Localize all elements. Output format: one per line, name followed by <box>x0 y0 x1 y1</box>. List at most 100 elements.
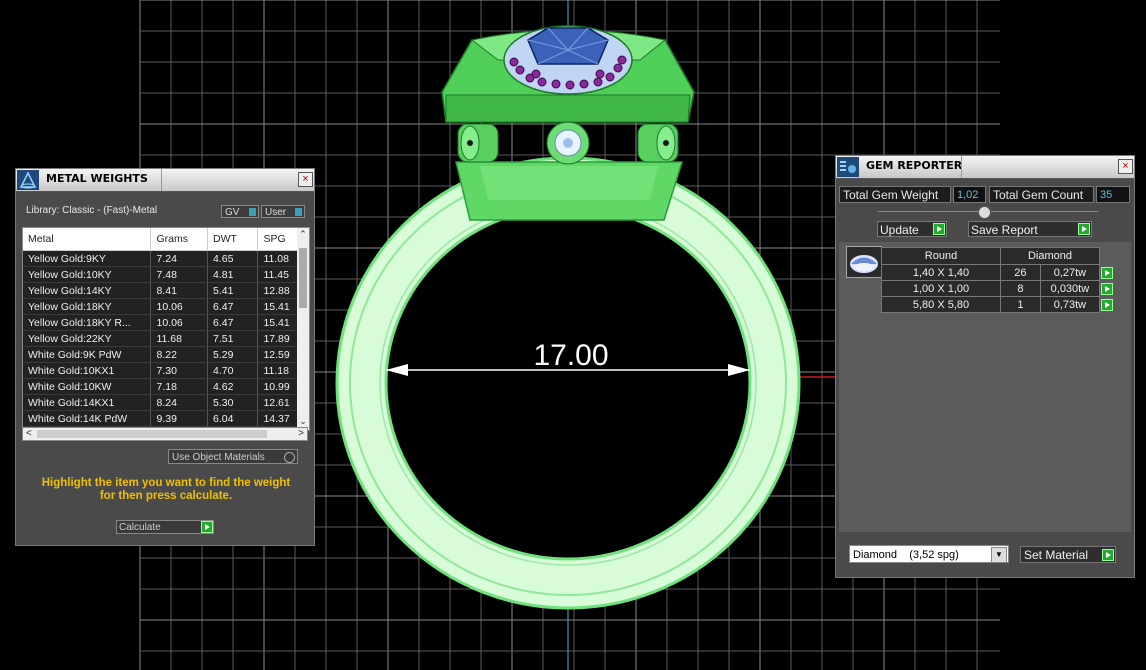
gem-row-action[interactable] <box>1100 265 1114 281</box>
gem-cell-size: 1,40 X 1,40 <box>881 264 1001 281</box>
cell-dwt: 7.51 <box>207 330 259 347</box>
report-slider-knob[interactable] <box>978 206 991 219</box>
set-material-button[interactable]: Set Material <box>1020 546 1116 563</box>
cell-dwt: 5.30 <box>207 394 259 411</box>
table-row[interactable]: White Gold:9K PdW 8.22 5.29 12.59 <box>23 346 309 363</box>
gem-table[interactable]: Round Diamond 1,40 X 1,40 26 0,27tw 1,00 X … <box>881 247 1114 313</box>
play-arrow-icon[interactable] <box>1101 282 1113 295</box>
scroll-right-icon[interactable]: > <box>298 428 304 439</box>
cell-grams: 7.24 <box>150 250 208 267</box>
side-gem-left <box>457 123 499 163</box>
horizontal-scroll-thumb[interactable] <box>37 430 267 438</box>
cell-dwt: 6.47 <box>207 298 259 315</box>
table-row[interactable]: White Gold:14K PdW 9.39 6.04 14.37 <box>23 410 309 427</box>
gem-row-action[interactable] <box>1100 297 1114 313</box>
cell-dwt: 5.41 <box>207 282 259 299</box>
gem-reporter-title: GEM REPORTER <box>866 159 963 172</box>
table-row[interactable]: Yellow Gold:22KY 11.68 7.51 17.89 <box>23 330 309 347</box>
column-header-grams[interactable]: Grams <box>150 228 208 251</box>
metal-weights-close-icon[interactable]: × <box>298 172 313 187</box>
cell-grams: 9.39 <box>150 410 208 427</box>
cell-grams: 10.06 <box>150 298 208 315</box>
metal-table-horizontal-scrollbar[interactable]: < > <box>22 427 308 441</box>
save-report-button[interactable]: Save Report <box>968 221 1092 237</box>
metal-weights-app-icon <box>17 170 39 190</box>
accent-gem <box>551 79 561 89</box>
total-gem-count-value: 35 <box>1096 186 1130 203</box>
accent-gem <box>595 69 605 79</box>
metal-weights-titlebar[interactable]: METAL WEIGHTS × <box>16 169 314 192</box>
gem-reporter-app-icon <box>837 157 859 177</box>
round-gem-icon <box>850 255 878 273</box>
accent-gem <box>593 77 603 87</box>
gem-cell-weight: 0,27tw <box>1039 264 1101 281</box>
scroll-down-icon[interactable]: ⌄ <box>297 416 309 427</box>
cell-grams: 7.30 <box>150 362 208 379</box>
cell-grams: 8.41 <box>150 282 208 299</box>
cell-grams: 7.48 <box>150 266 208 283</box>
table-row[interactable]: Yellow Gold:14KY 8.41 5.41 12.88 <box>23 282 309 299</box>
gem-reporter-titlebar[interactable]: GEM REPORTER × <box>836 156 1134 179</box>
gem-cell-size: 5,80 X 5,80 <box>881 296 1001 313</box>
cell-metal: Yellow Gold:14KY <box>23 282 152 299</box>
metal-table[interactable]: Metal Grams DWT SPG Yellow Gold:9KY 7.24 4… <box>22 227 310 431</box>
material-select[interactable]: Diamond (3,52 spg) ▼ <box>849 545 1009 563</box>
cell-grams: 8.22 <box>150 346 208 363</box>
gem-cell-count: 26 <box>1000 264 1041 281</box>
user-toggle-label: User <box>265 207 287 218</box>
cell-dwt: 6.04 <box>207 410 259 427</box>
gem-row[interactable]: 5,80 X 5,80 1 0,73tw <box>881 296 1114 313</box>
play-arrow-icon <box>201 521 213 533</box>
accent-gem <box>531 69 541 79</box>
scroll-up-icon[interactable]: ⌃ <box>297 229 309 240</box>
gem-row[interactable]: 1,40 X 1,40 26 0,27tw <box>881 264 1114 281</box>
vertical-scroll-thumb[interactable] <box>299 248 307 308</box>
gem-shape-header: Round <box>881 247 1001 265</box>
gem-reporter-close-icon[interactable]: × <box>1118 159 1133 174</box>
accent-gem <box>613 63 623 73</box>
table-row[interactable]: Yellow Gold:18KY 10.06 6.47 15.41 <box>23 298 309 315</box>
play-arrow-icon[interactable] <box>1101 298 1114 311</box>
play-arrow-icon[interactable] <box>1101 266 1113 279</box>
play-arrow-icon <box>933 223 945 235</box>
cell-metal: Yellow Gold:10KY <box>23 266 152 283</box>
gem-thumbnail[interactable] <box>846 246 882 278</box>
instruction-line-2: for then press calculate. <box>99 490 233 502</box>
table-row[interactable]: Yellow Gold:10KY 7.48 4.81 11.45 <box>23 266 309 283</box>
gem-row[interactable]: 1,00 X 1,00 8 0,030tw <box>881 280 1114 297</box>
column-header-dwt[interactable]: DWT <box>207 228 259 251</box>
play-arrow-icon <box>1102 549 1114 561</box>
update-button[interactable]: Update <box>877 221 947 237</box>
accent-gem <box>509 57 519 67</box>
cell-dwt: 4.70 <box>207 362 259 379</box>
ring-shank-inner <box>384 205 752 561</box>
gem-material-header: Diamond <box>1000 247 1100 265</box>
table-row[interactable]: Yellow Gold:9KY 7.24 4.65 11.08 <box>23 250 309 267</box>
column-header-metal[interactable]: Metal <box>23 228 152 251</box>
accent-gem <box>579 79 589 89</box>
ring-model[interactable]: 17.00 <box>335 25 801 610</box>
use-object-materials-toggle[interactable]: Use Object Materials <box>168 449 298 464</box>
gem-cell-count: 8 <box>1000 280 1041 297</box>
table-row[interactable]: Yellow Gold:18KY R... 10.06 6.47 15.41 <box>23 314 309 331</box>
chevron-down-icon[interactable]: ▼ <box>991 547 1007 563</box>
table-row[interactable]: White Gold:10KW 7.18 4.62 10.99 <box>23 378 309 395</box>
user-toggle[interactable]: User <box>261 205 305 218</box>
table-row[interactable]: White Gold:14KX1 8.24 5.30 12.61 <box>23 394 309 411</box>
cell-metal: Yellow Gold:22KY <box>23 330 152 347</box>
cell-metal: Yellow Gold:18KY <box>23 298 152 315</box>
gv-toggle[interactable]: GV <box>221 205 259 218</box>
metal-weights-title: METAL WEIGHTS <box>46 172 148 185</box>
side-gem-right <box>637 123 679 163</box>
table-row[interactable]: White Gold:10KX1 7.30 4.70 11.18 <box>23 362 309 379</box>
metal-table-vertical-scrollbar[interactable]: ⌃ ⌄ <box>297 228 309 428</box>
calculate-button[interactable]: Calculate <box>116 520 214 534</box>
cell-grams: 10.06 <box>150 314 208 331</box>
accent-gem <box>617 55 627 65</box>
scroll-left-icon[interactable]: < <box>26 428 32 439</box>
total-gem-weight-value: 1,02 <box>953 186 986 203</box>
side-gem-center <box>546 121 590 165</box>
gem-row-action[interactable] <box>1100 281 1114 297</box>
cell-metal: White Gold:9K PdW <box>23 346 152 363</box>
accent-gem <box>537 77 547 87</box>
